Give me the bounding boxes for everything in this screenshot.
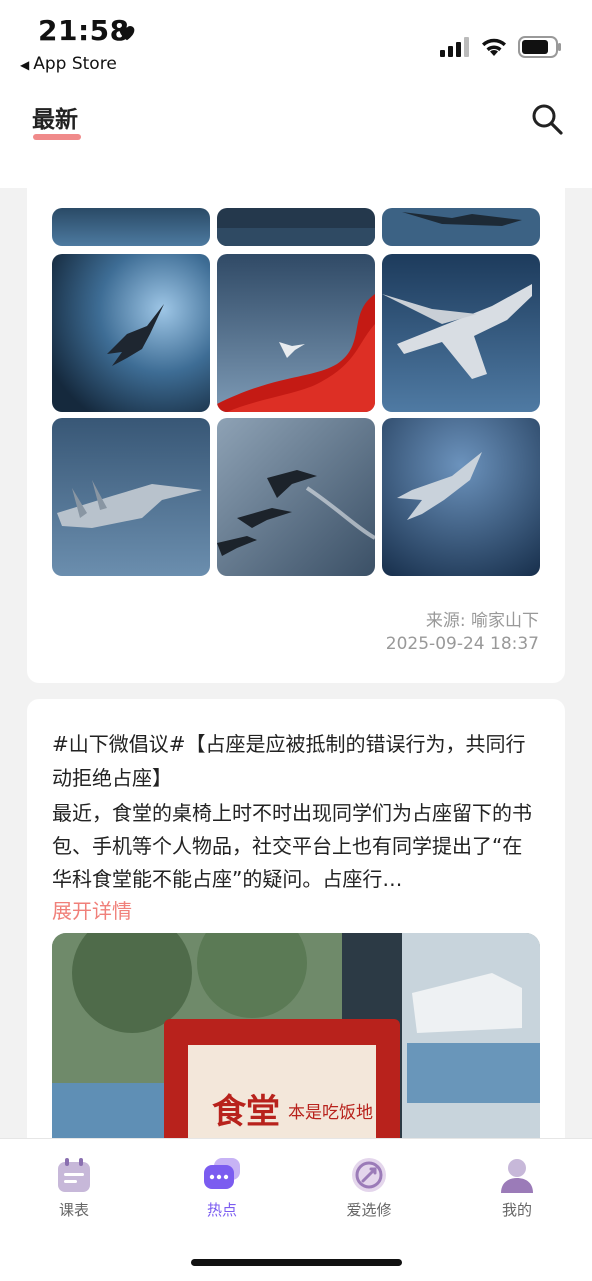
- status-bar: 21:58 ◀ App Store: [0, 0, 592, 82]
- chat-bubbles-icon: [204, 1158, 240, 1189]
- expand-details-link[interactable]: 展开详情: [52, 895, 132, 924]
- photo-tile[interactable]: [52, 254, 210, 412]
- user-icon: [501, 1159, 533, 1193]
- nav-label-schedule: 课表: [58, 1201, 89, 1219]
- post-body: 最近，食堂的桌椅上时不时出现同学们为占座留下的书包、手机等个人物品，社交平台上也…: [52, 801, 532, 891]
- tab-latest[interactable]: 最新: [32, 100, 78, 134]
- back-triangle-icon: ◀: [20, 58, 30, 72]
- nav-label-me: 我的: [501, 1201, 532, 1219]
- photo-tile[interactable]: [382, 418, 540, 576]
- battery-icon: [518, 36, 561, 58]
- search-icon[interactable]: [530, 102, 564, 136]
- signal-icon: [440, 37, 469, 57]
- photo-tile[interactable]: [52, 418, 210, 576]
- nav-item-hot[interactable]: 热点: [177, 1155, 267, 1220]
- sign-text: 食堂: [212, 1092, 280, 1132]
- back-to-app-store[interactable]: ◀ App Store: [20, 54, 117, 74]
- photo-tile[interactable]: [217, 254, 375, 412]
- wifi-icon: [482, 38, 506, 56]
- tab-active-indicator: [33, 134, 81, 140]
- photo-tile[interactable]: [217, 418, 375, 576]
- photo-tile[interactable]: [52, 208, 210, 246]
- post-datetime: 2025-09-24 18:37: [385, 634, 539, 654]
- photo-tile[interactable]: [382, 254, 540, 412]
- nav-item-course-select[interactable]: 爱选修: [324, 1155, 414, 1220]
- nav-label-hot: 热点: [206, 1201, 237, 1219]
- news-card-photos[interactable]: 来源: 喻家山下 2025-09-24 18:37: [27, 188, 565, 683]
- calendar-icon: [58, 1158, 90, 1192]
- nav-label-course-select: 爱选修: [346, 1201, 392, 1219]
- heart-icon: [119, 26, 135, 41]
- home-indicator: [191, 1259, 402, 1266]
- nav-item-schedule[interactable]: 课表: [29, 1155, 119, 1220]
- system-icons: [440, 34, 562, 60]
- course-select-icon: [352, 1158, 386, 1192]
- nav-item-me[interactable]: 我的: [472, 1155, 562, 1220]
- photo-tile[interactable]: [217, 208, 375, 246]
- post-title: #山下微倡议#【占座是应被抵制的错误行为，共同行动拒绝占座】: [52, 732, 526, 790]
- post-source: 来源: 喻家山下: [425, 611, 539, 631]
- post-photo[interactable]: 食堂 本是吃饭地: [52, 933, 540, 1159]
- news-card-post[interactable]: #山下微倡议#【占座是应被抵制的错误行为，共同行动拒绝占座】 最近，食堂的桌椅上…: [27, 699, 565, 1159]
- sign-subtext: 本是吃饭地: [288, 1103, 373, 1123]
- photo-tile[interactable]: [382, 208, 540, 246]
- top-header: 最新: [0, 82, 592, 188]
- back-app-label: App Store: [33, 54, 117, 74]
